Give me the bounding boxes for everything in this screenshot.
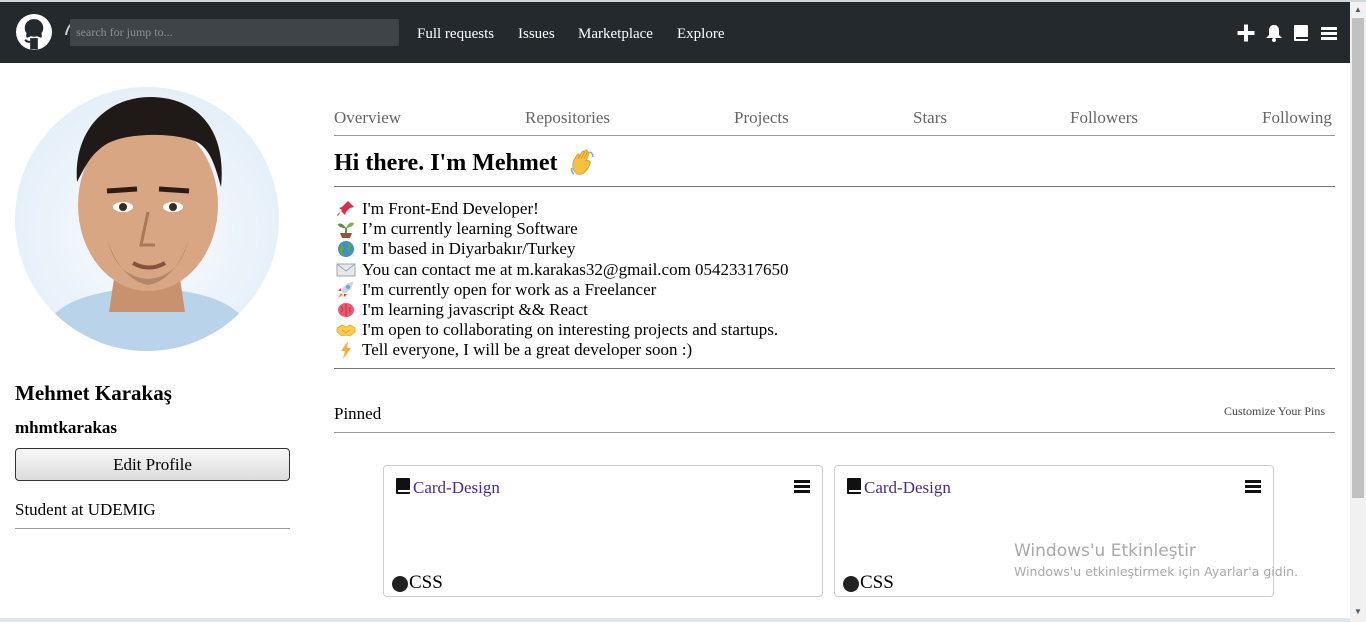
bottom-strip <box>0 618 1350 622</box>
book-icon[interactable] <box>1291 23 1311 43</box>
list-item: Tell everyone, I will be a great develop… <box>336 340 1336 360</box>
greeting-text: Hi there. I'm Mehmet <box>334 149 558 176</box>
repo-language: CSS <box>409 572 443 593</box>
hamburger-menu-icon[interactable] <box>794 480 810 493</box>
nav-link-marketplace[interactable]: Marketplace <box>578 26 653 43</box>
avatar <box>15 87 279 351</box>
list-item: I'm open to collaborating on interesting… <box>336 320 1336 340</box>
handshake-icon <box>336 324 356 337</box>
list-item: You can contact me at m.karakas32@gmail.… <box>336 260 1336 280</box>
profile-full-name: Mehmet Karakaş <box>15 381 172 405</box>
tab-following[interactable]: Following <box>1262 108 1332 128</box>
envelope-icon <box>336 263 356 277</box>
tab-projects[interactable]: Projects <box>734 108 789 128</box>
repo-book-icon <box>396 478 410 494</box>
brain-icon <box>338 303 354 318</box>
rocket-icon <box>338 281 353 298</box>
nav-link-explore[interactable]: Explore <box>677 26 724 43</box>
tab-followers[interactable]: Followers <box>1070 108 1138 128</box>
about-line-text: I'm Front-End Developer! <box>362 199 539 219</box>
hamburger-menu-icon[interactable] <box>1245 480 1261 493</box>
pushpin-icon <box>337 201 354 217</box>
about-line-text: You can contact me at m.karakas32@gmail.… <box>362 259 789 279</box>
tab-repositories[interactable]: Repositories <box>525 108 610 128</box>
language-color-dot <box>392 576 408 592</box>
github-logo-icon[interactable] <box>16 14 52 50</box>
about-line-text: I’m currently learning Software <box>362 219 578 239</box>
top-navbar: Full requests Issues Marketplace Explore <box>0 2 1350 63</box>
tab-stars[interactable]: Stars <box>913 108 947 128</box>
about-divider <box>334 368 1335 369</box>
profile-username: mhmtkarakas <box>15 418 118 437</box>
repo-title-link[interactable]: Card-Design <box>864 478 951 498</box>
pinned-divider <box>334 432 1335 433</box>
search-input[interactable] <box>70 19 399 46</box>
watermark-title: Windows'u Etkinleştir <box>1014 541 1196 561</box>
readme-about-list: I'm Front-End Developer! I’m currently l… <box>336 199 1336 361</box>
list-item: I'm currently open for work as a Freelan… <box>336 280 1336 300</box>
repo-book-icon <box>847 478 861 494</box>
pinned-heading: Pinned <box>334 404 382 423</box>
seedling-icon <box>338 222 354 239</box>
language-color-dot <box>843 576 859 592</box>
avatar-portrait-icon <box>35 97 259 351</box>
globe-icon <box>338 241 354 258</box>
customize-pins-link[interactable]: Customize Your Pins <box>1224 404 1325 419</box>
scroll-up-arrow-icon[interactable]: ▲ <box>1354 6 1362 14</box>
repo-title-link[interactable]: Card-Design <box>413 478 500 498</box>
plus-icon[interactable] <box>1236 23 1256 43</box>
about-line-text: I'm learning javascript && React <box>362 300 588 320</box>
search-area <box>64 19 399 46</box>
profile-bio: Student at UDEMIG <box>15 500 156 519</box>
repo-language: CSS <box>860 572 894 593</box>
about-line-text: I'm open to collaborating on interesting… <box>362 320 779 340</box>
windows-activation-watermark: Windows'u Etkinleştir Windows'u etkinleş… <box>1014 541 1298 579</box>
tab-overview[interactable]: Overview <box>334 108 401 128</box>
readme-greeting: Hi there. I'm Mehmet <box>334 148 598 178</box>
pinned-repo-card: Card-Design CSS <box>383 465 823 597</box>
list-item: I'm based in Diyarbakır/Turkey <box>336 239 1336 259</box>
menu-icon[interactable] <box>1319 23 1339 43</box>
nav-link-full-requests[interactable]: Full requests <box>417 26 494 43</box>
bio-divider <box>15 528 290 529</box>
waving-hand-icon <box>570 149 594 175</box>
bell-icon[interactable] <box>1264 23 1284 43</box>
profile-tabs: Overview Repositories Projects Stars Fol… <box>334 106 1335 136</box>
scroll-down-arrow-icon[interactable]: ▼ <box>1354 608 1362 616</box>
edit-profile-button[interactable]: Edit Profile <box>15 448 290 481</box>
about-line-text: Tell everyone, I will be a great develop… <box>362 340 693 360</box>
list-item: I’m currently learning Software <box>336 219 1336 239</box>
list-item: I'm learning javascript && React <box>336 300 1336 320</box>
greeting-divider <box>334 186 1335 187</box>
list-item: I'm Front-End Developer! <box>336 199 1336 219</box>
nav-link-issues[interactable]: Issues <box>518 26 555 43</box>
about-line-text: I'm currently open for work as a Freelan… <box>362 279 657 299</box>
scroll-thumb[interactable] <box>1352 18 1364 498</box>
lightning-icon <box>341 341 351 360</box>
watermark-subtitle: Windows'u etkinleştirmek için Ayarlar'a … <box>1014 564 1299 579</box>
about-line-text: I'm based in Diyarbakır/Turkey <box>362 239 576 259</box>
page-scrollbar[interactable]: ▲ ▼ <box>1350 2 1366 622</box>
